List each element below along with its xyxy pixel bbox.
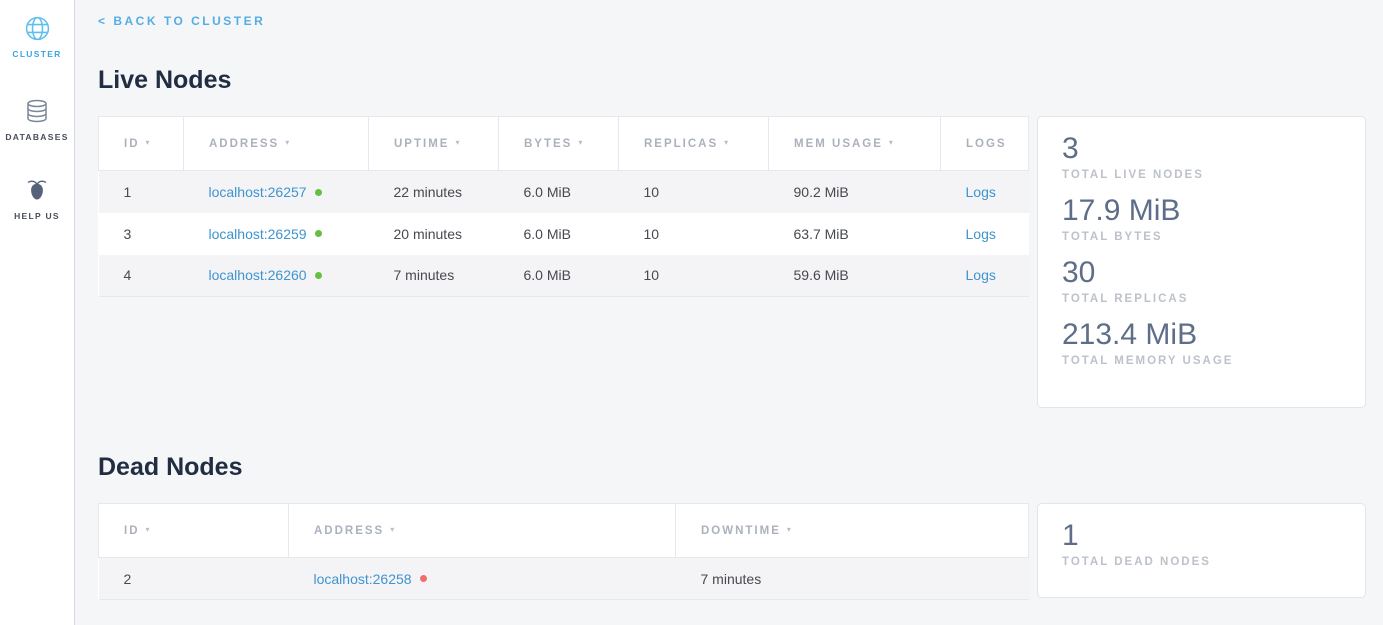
col-header-downtime[interactable]: DOWNTIME▾ [676,504,1029,558]
summary-stat-total-memory-usage: 213.4 MiB TOTAL MEMORY USAGE [1062,318,1341,367]
stat-label: TOTAL REPLICAS [1062,293,1341,305]
dead-nodes-title: Dead Nodes [98,453,1366,481]
sidebar-item-label: HELP US [14,211,60,221]
databases-icon [20,96,54,126]
cell-bytes: 6.0 MiB [499,171,619,213]
node-address-link[interactable]: localhost:26257 [209,184,307,200]
sidebar-item-label: DATABASES [5,132,68,142]
cockroach-icon [20,175,54,205]
sort-arrow-icon: ▾ [390,525,396,534]
live-table-header-row: ID▾ ADDRESS▾ UPTIME▾ BYTES▾ REPLICAS▾ ME… [99,117,1029,171]
stat-value: 3 [1062,132,1341,166]
stat-value: 1 [1062,519,1341,553]
sidebar-item-cluster[interactable]: CLUSTER [12,13,61,59]
table-row: 4 localhost:26260 7 minutes 6.0 MiB 10 5… [99,255,1029,297]
table-row: 1 localhost:26257 22 minutes 6.0 MiB 10 … [99,171,1029,213]
cell-id: 2 [99,558,289,600]
live-status-dot [315,189,322,196]
summary-stat-total-live-nodes: 3 TOTAL LIVE NODES [1062,132,1341,181]
col-header-uptime[interactable]: UPTIME▾ [369,117,499,171]
live-nodes-table: ID▾ ADDRESS▾ UPTIME▾ BYTES▾ REPLICAS▾ ME… [98,116,1029,297]
sidebar-item-help-us[interactable]: HELP US [14,175,60,221]
sort-arrow-icon: ▾ [889,138,895,147]
cell-bytes: 6.0 MiB [499,213,619,255]
sort-arrow-icon: ▾ [285,138,291,147]
sidebar: CLUSTER DATABASES HELP US [0,0,75,625]
cell-address: localhost:26257 [184,171,369,213]
logs-link[interactable]: Logs [966,267,996,283]
live-status-dot [315,230,322,237]
cell-mem-usage: 90.2 MiB [769,171,941,213]
sidebar-item-label: CLUSTER [12,49,61,59]
cell-mem-usage: 63.7 MiB [769,213,941,255]
cell-uptime: 7 minutes [369,255,499,297]
dead-status-dot [420,575,427,582]
sort-arrow-icon: ▾ [787,525,793,534]
col-header-logs: LOGS [941,117,1029,171]
cell-replicas: 10 [619,171,769,213]
stat-value: 213.4 MiB [1062,318,1341,352]
cell-logs: Logs [941,213,1029,255]
stat-value: 30 [1062,256,1341,290]
sort-arrow-icon: ▾ [146,138,152,147]
stat-label: TOTAL BYTES [1062,231,1341,243]
cell-address: localhost:26258 [289,558,676,600]
live-nodes-title: Live Nodes [98,66,1366,94]
col-header-mem-usage[interactable]: MEM USAGE▾ [769,117,941,171]
table-row: 3 localhost:26259 20 minutes 6.0 MiB 10 … [99,213,1029,255]
summary-stat-total-bytes: 17.9 MiB TOTAL BYTES [1062,194,1341,243]
back-to-cluster-link[interactable]: < BACK TO CLUSTER [98,14,265,28]
stat-label: TOTAL LIVE NODES [1062,169,1341,181]
cell-uptime: 22 minutes [369,171,499,213]
logs-link[interactable]: Logs [966,184,996,200]
table-row: 2 localhost:26258 7 minutes [99,558,1029,600]
cell-uptime: 20 minutes [369,213,499,255]
live-nodes-section: Live Nodes ID▾ ADDRESS▾ UPTIME▾ BYTES▾ R… [98,66,1366,408]
stat-label: TOTAL DEAD NODES [1062,556,1341,568]
sidebar-item-databases[interactable]: DATABASES [5,96,68,142]
cell-logs: Logs [941,171,1029,213]
logs-link[interactable]: Logs [966,226,996,242]
cell-logs: Logs [941,255,1029,297]
sort-arrow-icon: ▾ [455,138,461,147]
col-header-id[interactable]: ID▾ [99,504,289,558]
sort-arrow-icon: ▾ [724,138,730,147]
cell-address: localhost:26260 [184,255,369,297]
sort-arrow-icon: ▾ [146,525,152,534]
cell-mem-usage: 59.6 MiB [769,255,941,297]
stat-label: TOTAL MEMORY USAGE [1062,355,1341,367]
cell-bytes: 6.0 MiB [499,255,619,297]
cell-address: localhost:26259 [184,213,369,255]
cell-id: 4 [99,255,184,297]
cell-id: 1 [99,171,184,213]
summary-stat-total-replicas: 30 TOTAL REPLICAS [1062,256,1341,305]
col-header-address[interactable]: ADDRESS▾ [184,117,369,171]
cell-id: 3 [99,213,184,255]
node-address-link[interactable]: localhost:26259 [209,226,307,242]
dead-table-header-row: ID▾ ADDRESS▾ DOWNTIME▾ [99,504,1029,558]
col-header-replicas[interactable]: REPLICAS▾ [619,117,769,171]
stat-value: 17.9 MiB [1062,194,1341,228]
cell-replicas: 10 [619,255,769,297]
col-header-id[interactable]: ID▾ [99,117,184,171]
dead-nodes-table: ID▾ ADDRESS▾ DOWNTIME▾ 2 localhost:26258… [98,503,1029,600]
main-content: < BACK TO CLUSTER Live Nodes ID▾ ADDRESS… [76,0,1383,600]
globe-icon [20,13,54,43]
node-address-link[interactable]: localhost:26260 [209,267,307,283]
live-status-dot [315,272,322,279]
live-summary-card: 3 TOTAL LIVE NODES 17.9 MiB TOTAL BYTES … [1037,116,1366,408]
cell-downtime: 7 minutes [676,558,1029,600]
col-header-bytes[interactable]: BYTES▾ [499,117,619,171]
node-address-link[interactable]: localhost:26258 [314,571,412,587]
dead-summary-card: 1 TOTAL DEAD NODES [1037,503,1366,598]
col-header-address[interactable]: ADDRESS▾ [289,504,676,558]
dead-nodes-section: Dead Nodes ID▾ ADDRESS▾ DOWNTIME▾ 2 loc [98,453,1366,600]
sort-arrow-icon: ▾ [578,138,584,147]
summary-stat-total-dead-nodes: 1 TOTAL DEAD NODES [1062,519,1341,568]
cell-replicas: 10 [619,213,769,255]
